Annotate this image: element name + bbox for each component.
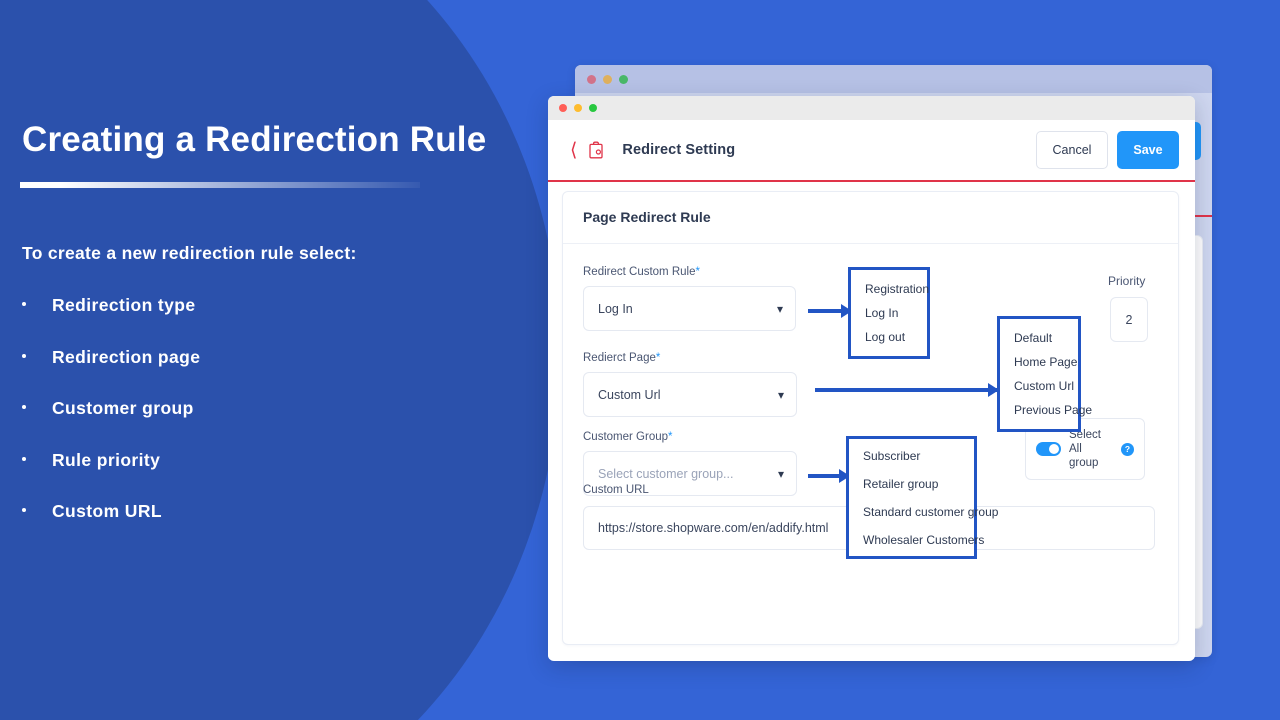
clipboard-icon (588, 141, 604, 159)
list-item: Custom URL (20, 500, 200, 522)
list-item: Customer group (20, 397, 200, 419)
page-title: Creating a Redirection Rule (22, 120, 487, 159)
custom-url-label: Custom URL (583, 484, 649, 496)
required-marker: * (695, 266, 700, 278)
redirect-page-select[interactable]: Custom Url ▾ (583, 372, 797, 417)
card-divider (563, 243, 1178, 244)
slide-canvas: Creating a Redirection Rule To create a … (0, 0, 1280, 720)
maximize-traffic-light-icon (619, 74, 628, 84)
chevron-left-icon[interactable]: ⟨ (570, 141, 577, 160)
required-marker: * (668, 431, 673, 443)
bullet-dot-icon (22, 405, 26, 409)
select-all-group-control[interactable]: Select All group ? (1025, 418, 1145, 480)
close-traffic-light-icon (587, 74, 596, 84)
slide-text-panel: Creating a Redirection Rule To create a … (0, 0, 540, 720)
list-item-label: Custom URL (52, 501, 162, 521)
chevron-down-icon: ▾ (777, 466, 784, 481)
bullet-dot-icon (22, 508, 26, 512)
window-titlebar (548, 96, 1195, 120)
priority-input[interactable] (1110, 297, 1148, 342)
redirect-custom-rule-label: Redirect Custom Rule* (583, 266, 700, 278)
redirect-custom-rule-value: Log In (598, 301, 633, 316)
help-icon[interactable]: ? (1121, 442, 1134, 456)
content-area: Page Redirect Rule Redirect Custom Rule*… (548, 182, 1195, 659)
custom-url-input[interactable] (583, 506, 1155, 550)
maximize-traffic-light-icon[interactable] (589, 104, 597, 112)
chevron-down-icon: ▾ (777, 387, 784, 402)
select-all-toggle[interactable] (1036, 442, 1061, 456)
redirect-page-label: Redierct Page* (583, 352, 661, 364)
cancel-button[interactable]: Cancel (1036, 131, 1108, 169)
bullet-list: Redirection type Redirection page Custom… (20, 294, 200, 552)
bullet-dot-icon (22, 353, 26, 358)
redirect-page-value: Custom Url (598, 387, 661, 402)
customer-group-label: Customer Group* (583, 431, 673, 443)
list-item-label: Redirection type (52, 295, 196, 315)
main-browser-window: ⟨ Redirect Setting Cancel Save Page Redi… (548, 96, 1195, 661)
list-item-label: Rule priority (52, 449, 161, 470)
minimize-traffic-light-icon (603, 74, 612, 84)
header-actions: Cancel Save (1036, 131, 1179, 169)
minimize-traffic-light-icon[interactable] (574, 104, 582, 112)
list-item: Redirection type (20, 294, 200, 316)
list-item: Redirection page (20, 346, 200, 368)
required-marker: * (655, 352, 661, 364)
list-item-label: Customer group (52, 398, 194, 418)
background-window-titlebar (575, 65, 1212, 93)
title-underline (20, 182, 420, 188)
save-button[interactable]: Save (1117, 131, 1179, 169)
card-title: Page Redirect Rule (583, 209, 711, 225)
bullet-dot-icon (22, 302, 26, 306)
redirect-custom-rule-select[interactable]: Log In ▾ (583, 286, 796, 331)
bullet-dot-icon (22, 456, 26, 461)
app-title: Redirect Setting (622, 142, 736, 158)
select-all-group-label: Select All group (1069, 429, 1101, 469)
priority-label: Priority (1108, 274, 1146, 288)
chevron-down-icon: ▾ (776, 301, 783, 316)
page-redirect-rule-card: Page Redirect Rule Redirect Custom Rule*… (562, 191, 1179, 645)
list-item: Rule priority (20, 449, 200, 471)
list-item-label: Redirection page (52, 346, 201, 367)
app-header: ⟨ Redirect Setting Cancel Save (548, 120, 1195, 182)
close-traffic-light-icon[interactable] (559, 104, 567, 112)
customer-group-placeholder: Select customer group... (598, 466, 734, 481)
slide-intro-text: To create a new redirection rule select: (22, 243, 357, 263)
